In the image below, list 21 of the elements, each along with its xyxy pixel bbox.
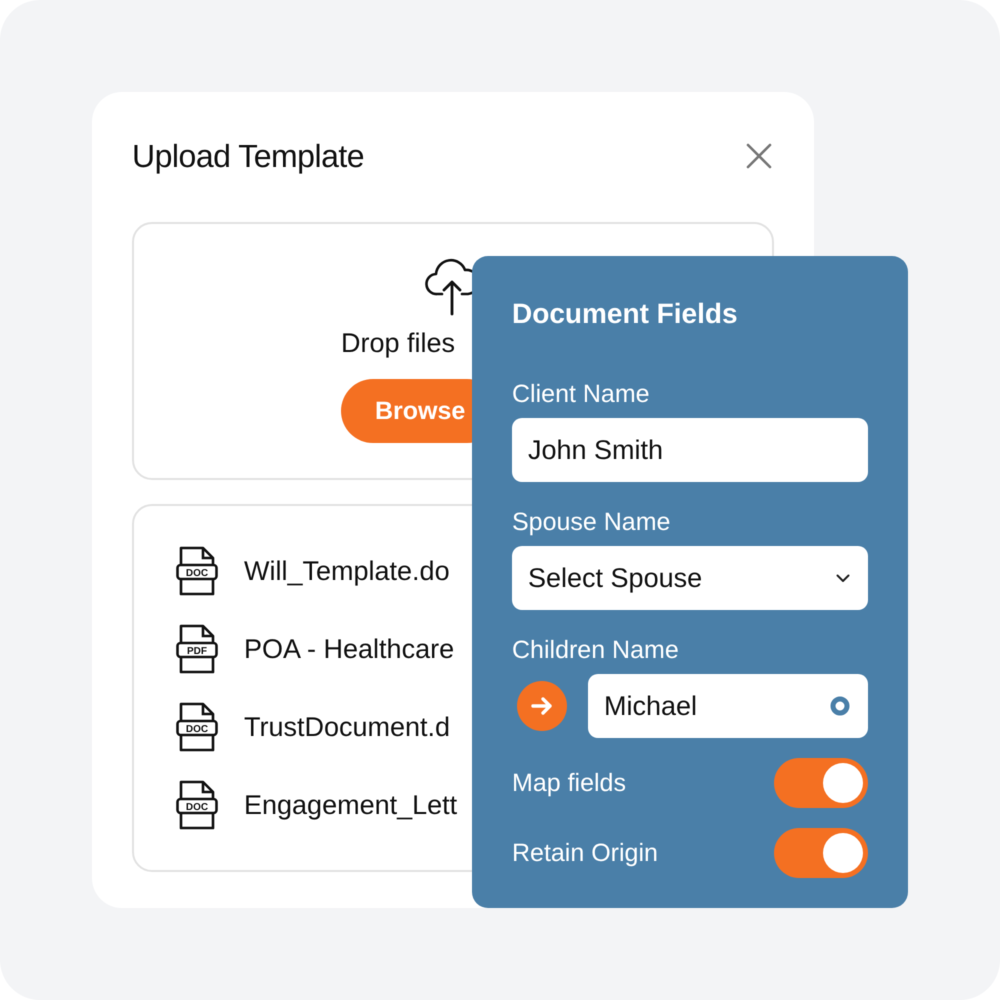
text-field[interactable]: Michael: [588, 674, 868, 738]
select-field[interactable]: Select Spouse: [512, 546, 868, 610]
field-label: Spouse Name: [512, 508, 672, 536]
radio-dot-icon: [830, 696, 850, 716]
drop-hint: Drop files: [341, 328, 456, 359]
toggle-switch[interactable]: [774, 758, 868, 808]
file-name[interactable]: POA - Healthcare: [244, 634, 454, 664]
file-name[interactable]: TrustDocument.d: [244, 712, 450, 742]
panel-title: Document Fields: [512, 297, 739, 331]
arrow-right-icon[interactable]: [517, 681, 567, 731]
file-name[interactable]: Engagement_Lett: [244, 790, 458, 820]
field-label: Children Name: [512, 636, 680, 664]
file-name[interactable]: Will_Template.do: [244, 556, 450, 586]
chevron-down-icon: [836, 574, 850, 582]
text-field[interactable]: John Smith: [512, 418, 868, 482]
toggle-label: Retain Origin: [512, 838, 658, 868]
field-label: Client Name: [512, 380, 651, 408]
toggle-switch[interactable]: [774, 828, 868, 878]
close-icon[interactable]: [746, 143, 772, 169]
toggle-label: Map fields: [512, 768, 626, 798]
dialog-title: Upload Template: [132, 138, 364, 174]
